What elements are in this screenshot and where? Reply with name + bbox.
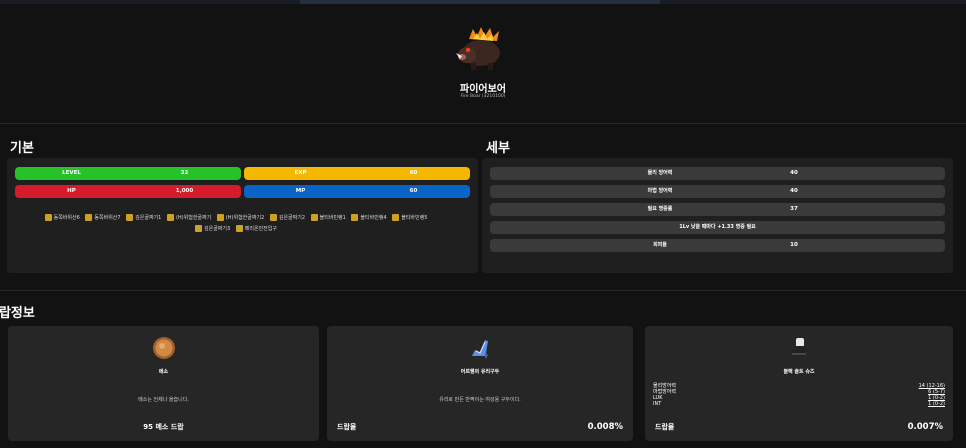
map-link[interactable]: 페리온민전입구 [235, 224, 277, 235]
map-icon [126, 214, 134, 221]
fire-boar-icon [456, 27, 500, 70]
map-link[interactable]: 깊은골짜기1 [126, 213, 161, 224]
stat-row: INT 1 (0-2) [653, 401, 945, 407]
drop-rate-value: 0.008% [587, 422, 623, 432]
level-value: 32 [180, 170, 189, 176]
meso-coin-icon [152, 337, 175, 359]
exp-value: 60 [409, 170, 418, 176]
item-desc: 유리로 만든 반짝이는 여성용 구두이다. [439, 397, 521, 403]
drop-rate-label: 드랍율 [655, 423, 675, 431]
map-link[interactable]: 깊은골짜기3 [195, 224, 230, 235]
black-shoe-icon [792, 338, 806, 356]
map-link[interactable]: (H)위험한골짜기 [166, 213, 211, 224]
item-name: 블랙 숄트 슈즈 [783, 369, 815, 375]
level-label: LEVEL [62, 170, 81, 176]
evasion-row: 회피율 10 [490, 239, 945, 252]
divider [0, 123, 966, 124]
meso-amount: 95 메소 드랍 [143, 423, 184, 431]
glass-shoe-icon [472, 340, 488, 358]
hp-label: HP [67, 188, 76, 194]
monster-name: 파이어보어 [460, 84, 506, 95]
monster-id: Fire Boar (3210100) [460, 94, 506, 99]
drop-card-black-shoes[interactable]: 블랙 숄트 슈즈 물리방어력 14 (12-16) 마법방어력 6 (5-7) LU… [645, 326, 953, 441]
map-link[interactable]: 블티바민랭4 [351, 213, 387, 224]
physical-defense-row: 물리 방어력 40 [490, 167, 945, 180]
map-icon [351, 214, 359, 221]
drop-rate-value: 0.007% [907, 422, 943, 432]
item-desc: 메소는 언제나 옳습니다. [138, 397, 189, 403]
exp-label: EXP [294, 170, 307, 176]
item-stats: 물리방어력 14 (12-16) 마법방어력 6 (5-7) LUK 1 (0-2) … [653, 383, 945, 407]
monster-header: 파이어보어 Fire Boar (3210100) [0, 0, 966, 122]
hp-pill: HP 1,000 [15, 185, 241, 198]
item-name: 메소 [158, 369, 169, 375]
drop-rate-label: 드랍율 [337, 423, 357, 431]
map-link[interactable]: 깊은골짜기2 [269, 213, 305, 224]
map-link[interactable]: 블티바민랭1 [310, 213, 346, 224]
map-icon [216, 214, 224, 221]
map-icon [85, 214, 93, 221]
drop-section-title: 드랍정보 [0, 306, 35, 321]
magic-defense-row: 마법 방어력 40 [490, 185, 945, 198]
map-icon [195, 225, 202, 232]
map-icon [392, 214, 400, 221]
mp-pill: MP 60 [244, 185, 470, 198]
mp-label: MP [295, 188, 306, 194]
hp-value: 1,000 [175, 188, 194, 194]
mp-value: 60 [409, 188, 418, 194]
map-icon [44, 214, 52, 221]
detail-section-title: 세부 [486, 141, 510, 156]
item-name: 어르웬의 유리구두 [460, 369, 500, 375]
level-pill: LEVEL 32 [15, 167, 241, 180]
map-link[interactable]: (H)위험한골짜기2 [216, 213, 264, 224]
required-accuracy-row: 필요 명중률 37 [490, 203, 945, 216]
drop-card-glass-shoe[interactable]: 어르웬의 유리구두 유리로 만든 반짝이는 여성용 구두이다. 드랍율 0.00… [327, 326, 633, 441]
map-icon [166, 214, 174, 221]
map-icon [269, 214, 277, 221]
map-link[interactable]: 동쪽바위산6 [44, 213, 80, 224]
exp-pill: EXP 60 [244, 167, 470, 180]
divider [0, 290, 966, 291]
basic-section-title: 기본 [10, 141, 34, 156]
map-icon [235, 225, 243, 232]
map-link[interactable]: 블티바민랭5 [392, 213, 427, 224]
map-icon [310, 214, 318, 221]
accuracy-note-row: 1Lv 낮을 때마다 +1.33 명중 필요 [490, 221, 945, 234]
drop-card-meso[interactable]: 메소 메소는 언제나 옳습니다. 95 메소 드랍 [8, 326, 319, 441]
map-link[interactable]: 동쪽바위산7 [85, 213, 121, 224]
map-list: 동쪽바위산6 동쪽바위산7 깊은골짜기1 (H)위험한골짜기 (H)위험한골짜기… [10, 213, 462, 235]
